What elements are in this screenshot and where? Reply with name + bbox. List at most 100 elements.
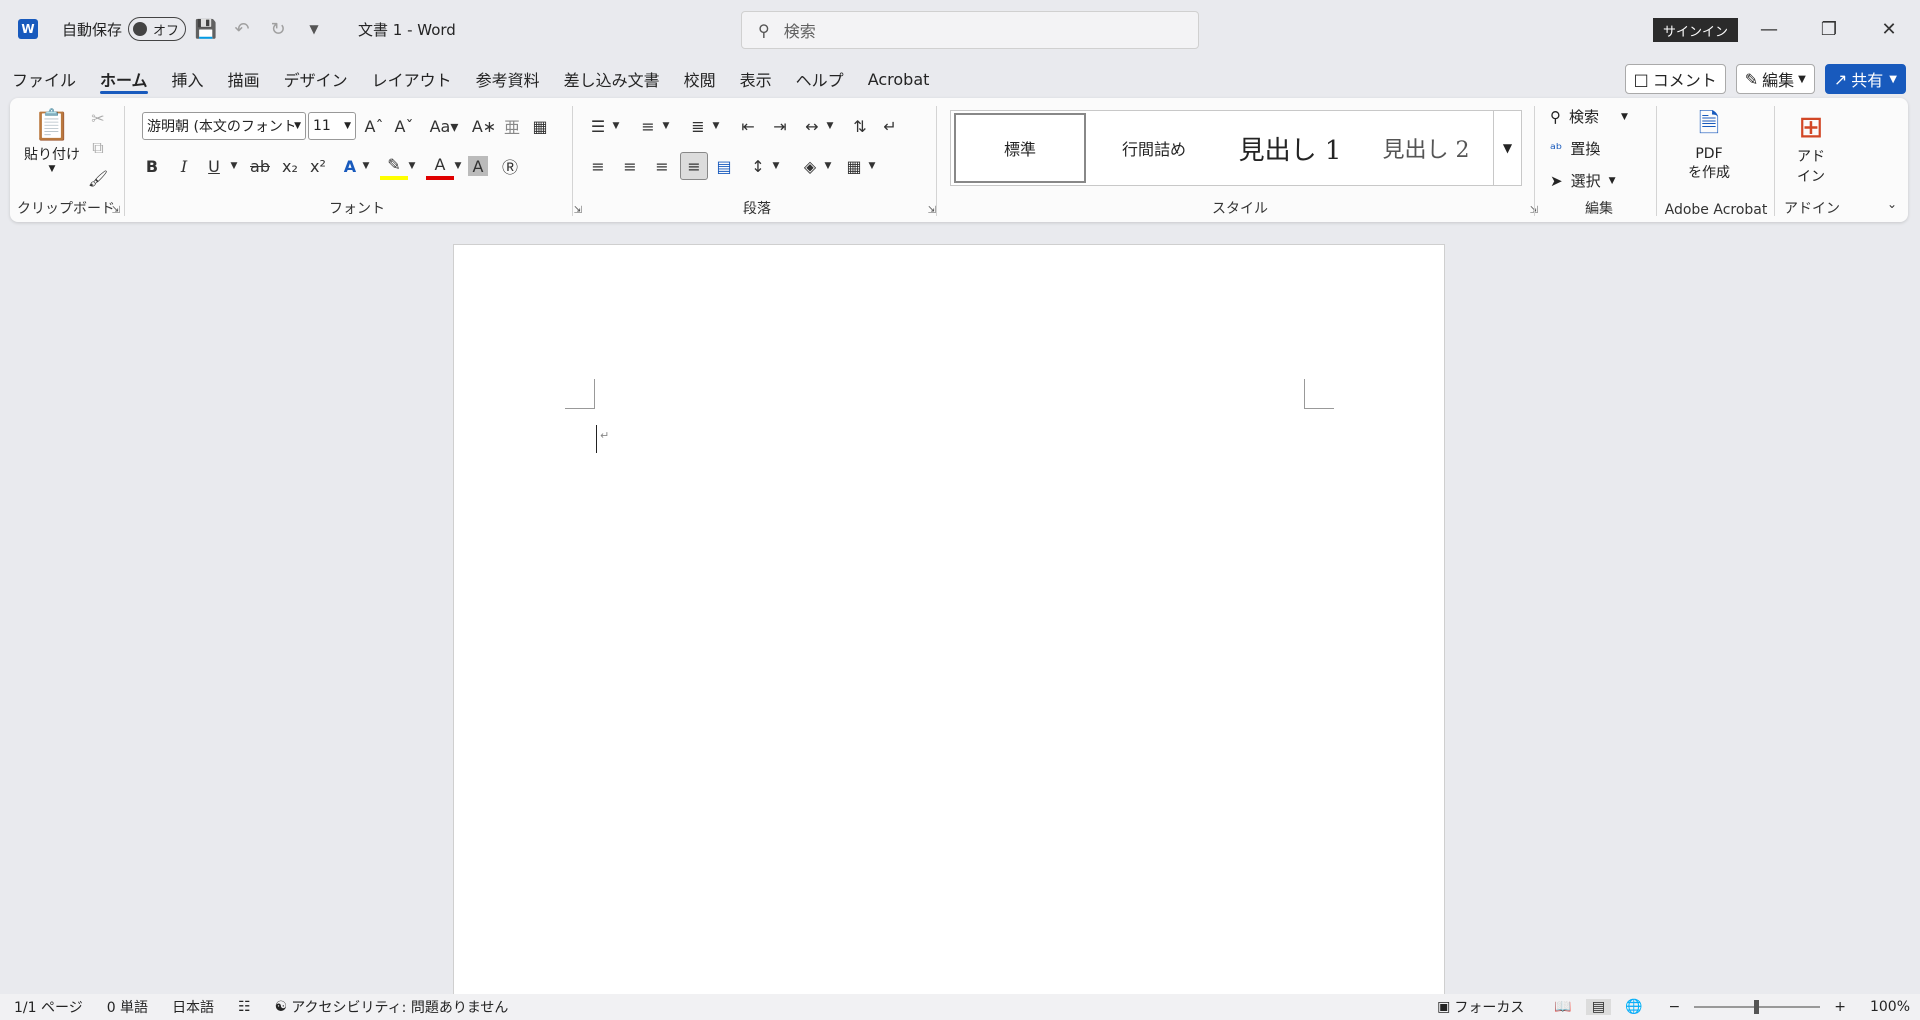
paste-button[interactable]: 📋 貼り付け ▼ bbox=[24, 106, 80, 175]
align-right-icon[interactable]: ≡ bbox=[648, 152, 676, 180]
comment-label: コメント bbox=[1652, 71, 1717, 90]
chevron-down-icon[interactable]: ▼ bbox=[858, 152, 886, 180]
undo-icon[interactable]: ↶ bbox=[226, 14, 258, 44]
page-count[interactable]: 1/1 ページ bbox=[14, 997, 83, 1017]
clipboard-group-label: クリップボード bbox=[17, 201, 115, 217]
read-mode-icon[interactable]: 📖 bbox=[1554, 999, 1571, 1015]
redo-icon[interactable]: ↻ bbox=[262, 14, 294, 44]
character-shading-icon[interactable]: A bbox=[468, 156, 488, 176]
tab-draw[interactable]: 描画 bbox=[216, 62, 272, 96]
font-name-select[interactable]: 游明朝 (本文のフォント ▼ bbox=[142, 112, 306, 140]
grow-font-icon[interactable]: Aˆ bbox=[360, 112, 388, 140]
change-case-icon[interactable]: Aa▾ bbox=[424, 112, 464, 140]
comment-icon: □ bbox=[1633, 69, 1649, 89]
edit-mode-label: 編集 bbox=[1762, 71, 1795, 90]
bold-icon[interactable]: B bbox=[138, 152, 166, 180]
font-size-select[interactable]: 11 ▼ bbox=[308, 112, 356, 140]
tab-mailings[interactable]: 差し込み文書 bbox=[552, 62, 672, 96]
phonetic-guide-icon[interactable]: 亜 bbox=[498, 112, 526, 140]
chevron-down-icon[interactable]: ▼ bbox=[652, 112, 680, 140]
zoom-out-icon[interactable]: − bbox=[1669, 999, 1681, 1015]
chevron-down-icon[interactable]: ▼ bbox=[220, 152, 248, 180]
addin-group-label: アドイン bbox=[1784, 201, 1840, 217]
tab-home[interactable]: ホーム bbox=[88, 62, 160, 96]
customize-toolbar-icon[interactable]: ▼ bbox=[298, 14, 330, 44]
font-group-label: フォント bbox=[329, 201, 385, 217]
increase-indent-icon[interactable]: ⇥ bbox=[766, 112, 794, 140]
save-icon[interactable]: 💾 bbox=[190, 14, 222, 44]
select-button[interactable]: ➤ 選択 ▼ bbox=[1550, 170, 1616, 191]
chevron-down-icon[interactable]: ▼ bbox=[352, 152, 380, 180]
enclose-characters-icon[interactable]: Ⓡ bbox=[496, 152, 524, 180]
align-left-icon[interactable]: ≡ bbox=[584, 152, 612, 180]
chevron-down-icon[interactable]: ▼ bbox=[814, 152, 842, 180]
ribbon-collapse-icon[interactable]: ⌄ bbox=[1878, 190, 1906, 218]
search-input[interactable]: ⚲ 検索 bbox=[741, 11, 1199, 49]
tab-insert[interactable]: 挿入 bbox=[160, 62, 216, 96]
autosave-toggle[interactable]: オフ bbox=[128, 17, 187, 41]
restore-icon[interactable]: ❐ bbox=[1806, 12, 1852, 46]
shrink-font-icon[interactable]: Aˇ bbox=[390, 112, 418, 140]
dialog-launcher-icon[interactable]: ⇲ bbox=[112, 205, 120, 216]
tab-file[interactable]: ファイル bbox=[0, 62, 88, 96]
predictions-icon[interactable]: ☷ bbox=[238, 999, 251, 1015]
menu-bar: ファイル ホーム 挿入 描画 デザイン レイアウト 参考資料 差し込み文書 校閲… bbox=[0, 62, 941, 96]
strikethrough-icon[interactable]: ab bbox=[246, 152, 274, 180]
italic-icon[interactable]: I bbox=[170, 152, 198, 180]
cut-icon[interactable]: ✂ bbox=[84, 104, 112, 132]
tab-acrobat[interactable]: Acrobat bbox=[856, 62, 942, 96]
status-right: ▣ フォーカス 📖 ▤ 🌐 − + 100% bbox=[1437, 994, 1910, 1020]
tab-review[interactable]: 校閲 bbox=[672, 62, 728, 96]
autosave-state: オフ bbox=[153, 23, 180, 39]
signin-button[interactable]: サインイン bbox=[1653, 18, 1739, 42]
language[interactable]: 日本語 bbox=[172, 997, 214, 1017]
tab-references[interactable]: 参考資料 bbox=[464, 62, 552, 96]
chevron-down-icon[interactable]: ▼ bbox=[702, 112, 730, 140]
show-formatting-marks-icon[interactable]: ↵ bbox=[876, 112, 904, 140]
tab-view[interactable]: 表示 bbox=[728, 62, 784, 96]
justify-icon[interactable]: ≡ bbox=[680, 152, 708, 180]
chevron-down-icon[interactable]: ▼ bbox=[398, 152, 426, 180]
subscript-icon[interactable]: x₂ bbox=[276, 152, 304, 180]
accessibility-status[interactable]: ☯ アクセシビリティ: 問題ありません bbox=[275, 997, 509, 1017]
chevron-down-icon[interactable]: ▼ bbox=[762, 152, 790, 180]
print-layout-icon[interactable]: ▤ bbox=[1585, 999, 1612, 1015]
zoom-in-icon[interactable]: + bbox=[1834, 999, 1846, 1015]
text-cursor bbox=[596, 425, 597, 453]
web-layout-icon[interactable]: 🌐 bbox=[1625, 999, 1642, 1015]
align-center-icon[interactable]: ≡ bbox=[616, 152, 644, 180]
share-button[interactable]: ↗ 共有 ▼ bbox=[1824, 64, 1906, 94]
tab-layout[interactable]: レイアウト bbox=[360, 62, 464, 96]
comment-button[interactable]: □ コメント bbox=[1624, 64, 1726, 94]
format-painter-icon[interactable]: 🖌 bbox=[84, 164, 112, 192]
copy-icon[interactable]: ⧉ bbox=[84, 134, 112, 162]
minimize-icon[interactable]: — bbox=[1746, 12, 1792, 46]
character-border-icon[interactable]: ▦ bbox=[526, 112, 554, 140]
close-icon[interactable]: ✕ bbox=[1866, 12, 1912, 46]
edit-mode-button[interactable]: ✎ 編集 ▼ bbox=[1735, 64, 1815, 94]
tab-help[interactable]: ヘルプ bbox=[784, 62, 856, 96]
zoom-thumb[interactable] bbox=[1754, 1000, 1760, 1014]
focus-button[interactable]: ▣ フォーカス bbox=[1437, 997, 1524, 1017]
distributed-icon[interactable]: ▤ bbox=[710, 152, 738, 180]
create-pdf-button[interactable]: 🗎 PDF を作成 bbox=[1688, 108, 1730, 182]
dialog-launcher-icon[interactable]: ⇲ bbox=[928, 205, 936, 216]
tab-design[interactable]: デザイン bbox=[272, 62, 360, 96]
word-count[interactable]: 0 単語 bbox=[107, 997, 148, 1017]
decrease-indent-icon[interactable]: ⇤ bbox=[734, 112, 762, 140]
addin-button[interactable]: ⊞ アド イン bbox=[1792, 108, 1830, 186]
font-name-value: 游明朝 (本文のフォント bbox=[147, 119, 295, 135]
styles-group: スタイル ⇲ bbox=[940, 98, 1540, 222]
chevron-down-icon[interactable]: ▼ bbox=[816, 112, 844, 140]
zoom-slider[interactable] bbox=[1694, 1000, 1821, 1014]
superscript-icon[interactable]: x² bbox=[304, 152, 332, 180]
clear-formatting-icon[interactable]: A∗ bbox=[470, 112, 498, 140]
chevron-down-icon[interactable]: ▼ bbox=[602, 112, 630, 140]
addin-grid-icon: ⊞ bbox=[1798, 109, 1824, 145]
sort-icon[interactable]: ⇅ bbox=[846, 112, 874, 140]
find-button[interactable]: ⚲ 検索 ▼ bbox=[1550, 106, 1628, 127]
document-page[interactable]: ↵ bbox=[453, 244, 1445, 1020]
replace-button[interactable]: ᵃᵇ 置換 bbox=[1550, 138, 1600, 159]
zoom-level[interactable]: 100% bbox=[1870, 999, 1910, 1015]
create-pdf-line1: PDF bbox=[1695, 146, 1723, 162]
